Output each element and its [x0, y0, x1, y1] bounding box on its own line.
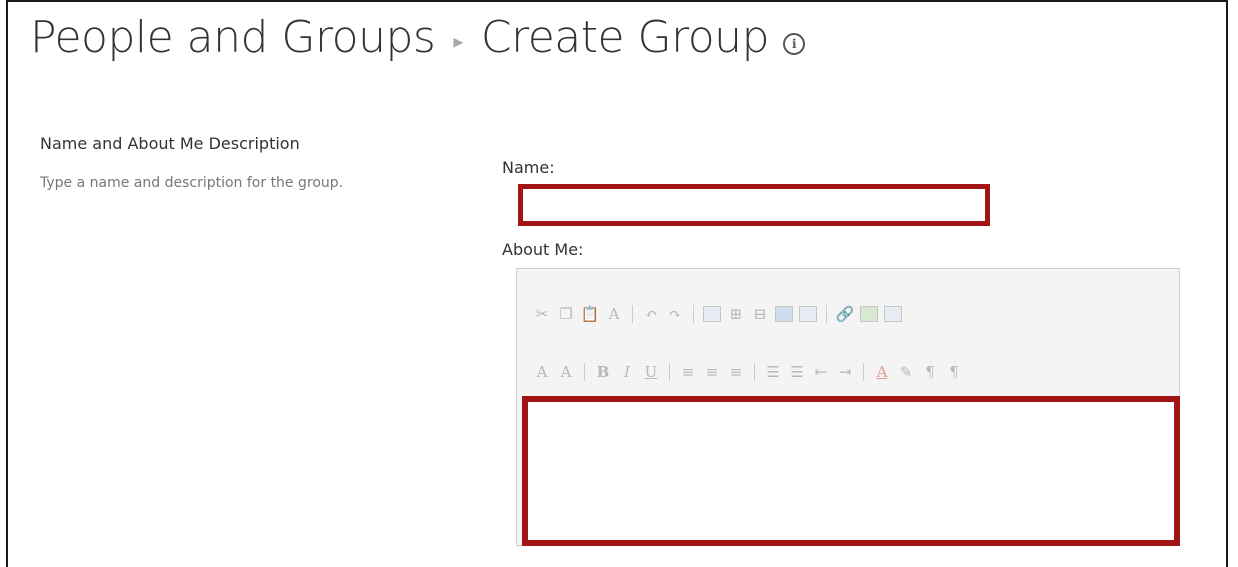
bullet-list-icon[interactable]: ☰ [786, 361, 808, 383]
insert-row-icon[interactable]: ⊞ [725, 303, 747, 325]
name-label: Name: [502, 158, 555, 177]
copy-icon[interactable]: ❐ [555, 303, 577, 325]
font-style-icon[interactable]: A [555, 361, 577, 383]
editor-toolbar-row-2: A A B I U ≡ ≡ ≡ ☰ ☰ ⇤ ⇥ A ✎ ¶ ¶ [531, 361, 965, 383]
insert-column-icon[interactable]: ⊟ [749, 303, 771, 325]
breadcrumb-separator-icon: ▸ [453, 28, 463, 53]
undo-icon[interactable]: ↶ [640, 303, 662, 325]
decrease-indent-icon[interactable]: ⇤ [810, 361, 832, 383]
redo-icon[interactable]: ↷ [664, 303, 686, 325]
rtl-icon[interactable]: ¶ [943, 361, 965, 383]
section-title: Name and About Me Description [40, 134, 300, 153]
bold-icon[interactable]: B [592, 361, 614, 383]
insert-hyperlink-icon[interactable]: 🔗 [834, 303, 856, 325]
table-properties-icon[interactable] [797, 303, 819, 325]
toolbar-divider [632, 305, 633, 323]
ltr-icon[interactable]: ¶ [919, 361, 941, 383]
spell-check-icon[interactable]: A [603, 303, 625, 325]
align-right-icon[interactable]: ≡ [725, 361, 747, 383]
font-size-icon[interactable]: A [531, 361, 553, 383]
numbered-list-icon[interactable]: ☰ [762, 361, 784, 383]
page-header: People and Groups ▸ Create Group i [30, 12, 806, 63]
insert-table-icon[interactable] [701, 303, 723, 325]
section-description: Type a name and description for the grou… [40, 175, 344, 191]
toolbar-divider [863, 363, 864, 381]
underline-icon[interactable]: U [640, 361, 662, 383]
editor-toolbar-row-1: ✂ ❐ 📋 A ↶ ↷ ⊞ ⊟ 🔗 [531, 303, 904, 325]
toolbar-divider [754, 363, 755, 381]
toolbar-divider [669, 363, 670, 381]
italic-icon[interactable]: I [616, 361, 638, 383]
breadcrumb-parent-link[interactable]: People and Groups [30, 12, 436, 63]
toolbar-divider [584, 363, 585, 381]
toolbar-divider [693, 305, 694, 323]
highlight-icon[interactable]: ✎ [895, 361, 917, 383]
align-left-icon[interactable]: ≡ [677, 361, 699, 383]
about-me-label: About Me: [502, 240, 584, 259]
toolbar-divider [826, 305, 827, 323]
page-title: Create Group [480, 12, 770, 63]
insert-image-icon[interactable] [858, 303, 880, 325]
name-input[interactable] [518, 184, 990, 226]
align-center-icon[interactable]: ≡ [701, 361, 723, 383]
table-grid-icon[interactable] [773, 303, 795, 325]
increase-indent-icon[interactable]: ⇥ [834, 361, 856, 383]
insert-web-part-icon[interactable] [882, 303, 904, 325]
paste-icon[interactable]: 📋 [579, 303, 601, 325]
font-color-icon[interactable]: A [871, 361, 893, 383]
about-me-textarea[interactable] [522, 396, 1180, 546]
cut-icon[interactable]: ✂ [531, 303, 553, 325]
info-icon[interactable]: i [783, 32, 806, 55]
